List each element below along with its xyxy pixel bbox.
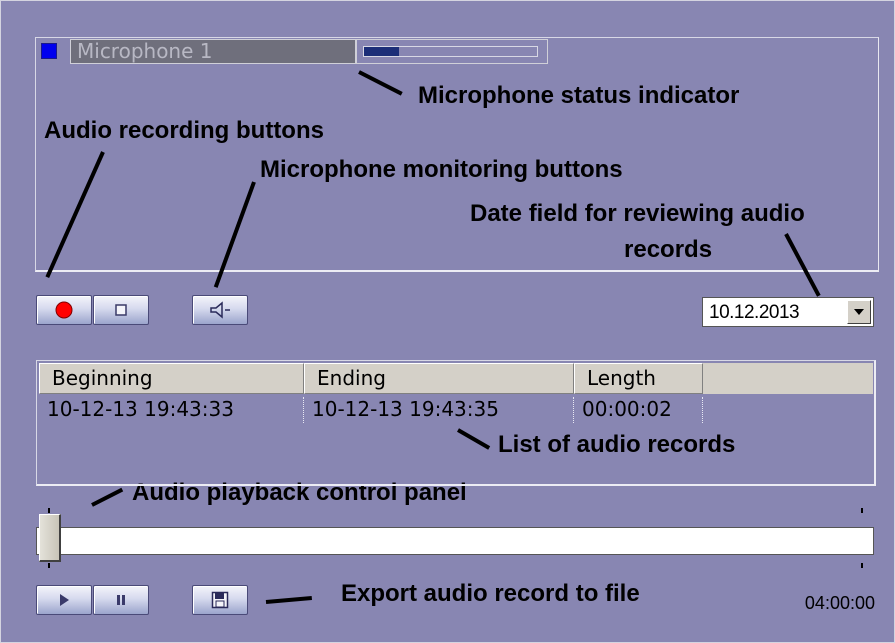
monitor-button[interactable] [192, 295, 248, 325]
slider-tick-start-bottom [48, 563, 50, 568]
date-field[interactable]: 10.12.2013 [702, 297, 874, 327]
record-icon [55, 301, 73, 319]
column-header-beginning[interactable]: Beginning [39, 363, 304, 394]
play-button[interactable] [36, 585, 92, 615]
microphone-level-fill [364, 47, 399, 56]
column-header-ending[interactable]: Ending [304, 363, 574, 394]
annotation-status-indicator: Microphone status indicator [418, 82, 740, 109]
cell-ending: 10-12-13 19:43:35 [304, 397, 574, 423]
audio-records-list: Beginning Ending Length 10-12-13 19:43:3… [36, 360, 876, 486]
chevron-down-icon [854, 309, 864, 315]
pause-icon [117, 595, 125, 605]
microphone-area [35, 37, 879, 272]
stop-button[interactable] [93, 295, 149, 325]
date-dropdown-button[interactable] [847, 300, 871, 324]
play-icon [60, 594, 69, 606]
stop-icon [115, 304, 127, 316]
slider-tick-end-top [861, 508, 863, 513]
annotation-date-field-line1: Date field for reviewing audio [470, 200, 805, 227]
playback-duration: 04:00:00 [804, 593, 875, 613]
record-button[interactable] [36, 295, 92, 325]
column-header-length[interactable]: Length [574, 363, 703, 394]
save-icon [211, 591, 229, 609]
microphone-level-track [363, 46, 538, 57]
date-value: 10.12.2013 [709, 302, 800, 323]
annotation-date-field-line2: records [624, 236, 713, 263]
annotation-monitoring-buttons: Microphone monitoring buttons [260, 156, 623, 183]
pause-button[interactable] [93, 585, 149, 615]
slider-tick-start-top [48, 508, 50, 513]
speaker-icon [210, 301, 230, 319]
slider-tick-end-bottom [861, 563, 863, 568]
microphone-status-square [41, 43, 57, 59]
playback-slider-track[interactable] [36, 527, 874, 555]
list-header: Beginning Ending Length [39, 363, 873, 394]
cell-length: 00:00:02 [574, 397, 703, 423]
cell-beginning: 10-12-13 19:43:33 [39, 397, 304, 423]
export-button[interactable] [192, 585, 248, 615]
microphone-name: Microphone 1 [70, 39, 356, 64]
annotation-recording-buttons: Audio recording buttons [44, 117, 324, 144]
microphone-status-indicator [356, 39, 548, 64]
playback-slider-thumb[interactable] [39, 514, 61, 562]
annotation-export: Export audio record to file [341, 580, 640, 607]
